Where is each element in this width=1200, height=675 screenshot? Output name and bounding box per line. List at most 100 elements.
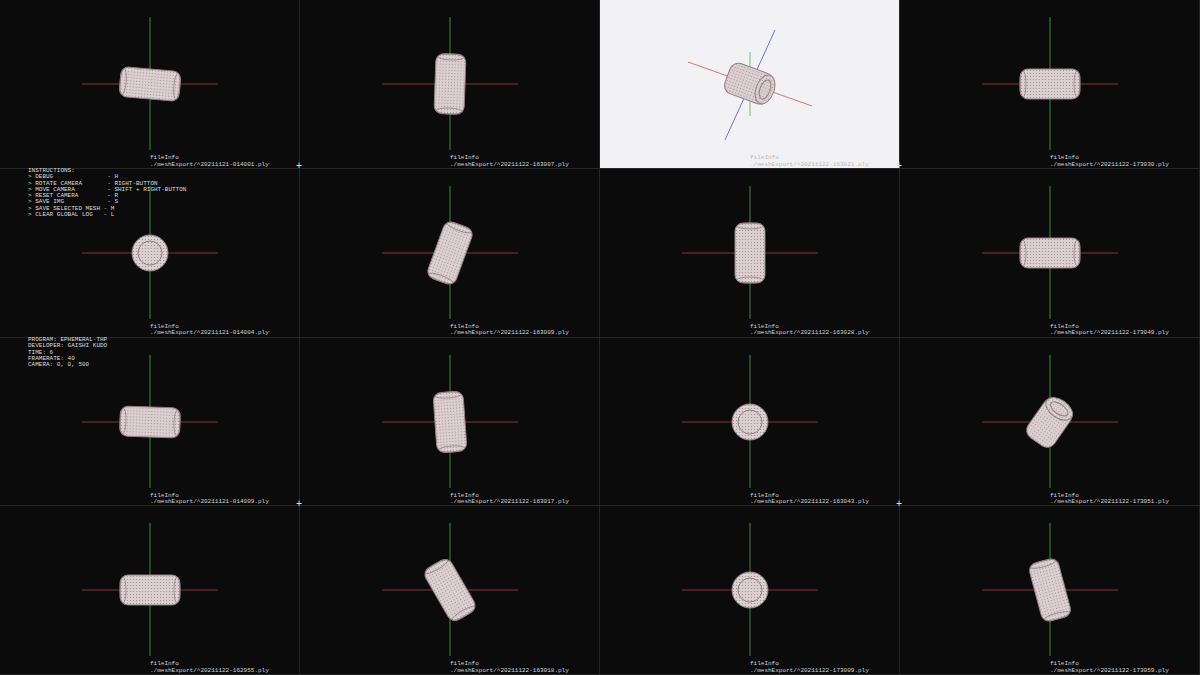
mesh-model[interactable] — [120, 575, 180, 605]
mesh-viewport[interactable] — [900, 338, 1200, 488]
mesh-model[interactable] — [119, 66, 181, 101]
crosshair-icon: + — [296, 499, 302, 511]
file-path: ./meshExport/^20211122-163007.ply — [450, 162, 569, 169]
mesh-cell[interactable]: fileInfo./meshExport/^20211122-173051.pl… — [900, 338, 1200, 507]
mesh-rotation — [735, 223, 765, 283]
file-path: ./meshExport/^20211122-162955.ply — [150, 668, 269, 675]
program-info-line: DEVELOPER: GAISHI KUDO — [28, 343, 107, 349]
file-path: ./meshExport/^20211122-163028.ply — [750, 330, 869, 337]
file-info: fileInfo./meshExport/^20211122-173049.pl… — [1050, 324, 1169, 337]
mesh-viewport[interactable] — [600, 169, 900, 319]
file-info: fileInfo./meshExport/^20211122-163007.pl… — [450, 155, 569, 168]
mesh-model[interactable] — [433, 391, 467, 453]
mesh-viewport[interactable] — [900, 0, 1200, 150]
mesh-rotation — [1020, 69, 1080, 99]
mesh-grid: fileInfo./meshExport/^20211121-014001.pl… — [0, 0, 1200, 675]
mesh-model[interactable] — [132, 235, 168, 271]
instructions-line: > SAVE IMG - S — [28, 199, 186, 205]
file-info: fileInfo./meshExport/^20211122-163009.pl… — [450, 324, 569, 337]
mesh-viewport[interactable] — [600, 0, 900, 150]
mesh-rotation — [426, 219, 475, 286]
mesh-model[interactable] — [426, 219, 475, 286]
mesh-cell[interactable]: fileInfo./meshExport/^20211122-163007.pl… — [300, 0, 600, 169]
program-info: PROGRAM: EPHEMERAL-THPDEVELOPER: GAISHI … — [28, 337, 107, 368]
mesh-rotation — [1020, 238, 1080, 268]
crosshair-icon: + — [896, 499, 902, 511]
mesh-rotation — [732, 404, 768, 440]
mesh-model[interactable] — [722, 61, 779, 108]
file-path: ./meshExport/^20211122-163018.ply — [450, 668, 569, 675]
mesh-model[interactable] — [1028, 557, 1073, 623]
mesh-viewport[interactable] — [0, 0, 300, 150]
instructions-line: > CLEAR GLOBAL LOG - L — [28, 212, 186, 218]
mesh-model[interactable] — [1023, 392, 1077, 450]
mesh-rotation — [119, 405, 180, 437]
mesh-viewport[interactable] — [300, 506, 600, 656]
mesh-rotation — [1023, 392, 1077, 450]
file-info: fileInfo./meshExport/^20211122-163017.pl… — [450, 493, 569, 506]
mesh-cell[interactable]: fileInfo./meshExport/^20211122-162955.pl… — [0, 506, 300, 675]
mesh-rotation — [120, 575, 180, 605]
file-info: fileInfo./meshExport/^20211121-014004.pl… — [150, 324, 269, 337]
mesh-cell[interactable]: fileInfo./meshExport/^20211122-173059.pl… — [900, 506, 1200, 675]
mesh-model[interactable] — [422, 557, 478, 624]
file-path: ./meshExport/^20211121-014004.ply — [150, 330, 269, 337]
mesh-model[interactable] — [119, 405, 180, 437]
file-info: fileInfo./meshExport/^20211122-173009.pl… — [750, 661, 869, 674]
file-info: fileInfo./meshExport/^20211122-163043.pl… — [750, 493, 869, 506]
mesh-cell[interactable]: fileInfo./meshExport/^20211122-163028.pl… — [600, 169, 900, 338]
mesh-cell[interactable]: fileInfo./meshExport/^20211122-163021.pl… — [600, 0, 900, 169]
file-path: ./meshExport/^20211122-173030.ply — [1050, 162, 1169, 169]
file-path: ./meshExport/^20211122-163043.ply — [750, 499, 869, 506]
file-info: fileInfo./meshExport/^20211122-163028.pl… — [750, 324, 869, 337]
mesh-model[interactable] — [434, 53, 466, 114]
file-info: fileInfo./meshExport/^20211122-163021.pl… — [750, 155, 869, 168]
instructions: INSTRUCTIONS:> DEBUG - H> ROTATE CAMERA … — [28, 168, 186, 218]
file-path: ./meshExport/^20211122-173051.ply — [1050, 499, 1169, 506]
mesh-rotation — [722, 61, 779, 108]
instructions-line: > DEBUG - H — [28, 174, 186, 180]
viewer: fileInfo./meshExport/^20211121-014001.pl… — [0, 0, 1200, 675]
mesh-model[interactable] — [1020, 69, 1080, 99]
mesh-viewport[interactable] — [600, 338, 900, 488]
mesh-viewport[interactable] — [900, 169, 1200, 319]
mesh-rotation — [119, 66, 181, 101]
mesh-cell[interactable]: fileInfo./meshExport/^20211122-163009.pl… — [300, 169, 600, 338]
file-info: fileInfo./meshExport/^20211121-014001.pl… — [150, 155, 269, 168]
file-path: ./meshExport/^20211121-014001.ply — [150, 162, 269, 169]
mesh-viewport[interactable] — [0, 506, 300, 656]
mesh-viewport[interactable] — [300, 169, 600, 319]
program-info-line: CAMERA: 0, 0, 500 — [28, 362, 107, 368]
crosshair-icon: + — [296, 161, 302, 173]
mesh-viewport[interactable] — [300, 0, 600, 150]
mesh-model[interactable] — [732, 404, 768, 440]
mesh-cell[interactable]: fileInfo./meshExport/^20211122-163017.pl… — [300, 338, 600, 507]
file-path: ./meshExport/^20211122-163009.ply — [450, 330, 569, 337]
mesh-viewport[interactable] — [900, 506, 1200, 656]
mesh-rotation — [132, 235, 168, 271]
mesh-model[interactable] — [735, 223, 765, 283]
file-path: ./meshExport/^20211122-163021.ply — [750, 162, 869, 169]
mesh-cell[interactable]: fileInfo./meshExport/^20211122-163018.pl… — [300, 506, 600, 675]
file-info: fileInfo./meshExport/^20211122-173059.pl… — [1050, 661, 1169, 674]
file-path: ./meshExport/^20211122-173049.ply — [1050, 330, 1169, 337]
mesh-model[interactable] — [732, 572, 768, 608]
mesh-model[interactable] — [1020, 238, 1080, 268]
file-path: ./meshExport/^20211122-173059.ply — [1050, 668, 1169, 675]
mesh-cell[interactable]: fileInfo./meshExport/^20211122-173009.pl… — [600, 506, 900, 675]
file-info: fileInfo./meshExport/^20211122-162955.pl… — [150, 661, 269, 674]
mesh-cell[interactable]: fileInfo./meshExport/^20211122-173030.pl… — [900, 0, 1200, 169]
mesh-cell[interactable]: fileInfo./meshExport/^20211122-173049.pl… — [900, 169, 1200, 338]
mesh-rotation — [433, 391, 467, 453]
mesh-rotation — [1028, 557, 1073, 623]
file-path: ./meshExport/^20211122-173009.ply — [750, 668, 869, 675]
mesh-viewport[interactable] — [600, 506, 900, 656]
mesh-viewport[interactable] — [300, 338, 600, 488]
mesh-cell[interactable]: fileInfo./meshExport/^20211121-014001.pl… — [0, 0, 300, 169]
crosshair-icon: + — [896, 161, 902, 173]
file-path: ./meshExport/^20211122-163017.ply — [450, 499, 569, 506]
file-path: ./meshExport/^20211121-014009.ply — [150, 499, 269, 506]
mesh-cell[interactable]: fileInfo./meshExport/^20211122-163043.pl… — [600, 338, 900, 507]
mesh-rotation — [434, 53, 466, 114]
file-info: fileInfo./meshExport/^20211122-163018.pl… — [450, 661, 569, 674]
